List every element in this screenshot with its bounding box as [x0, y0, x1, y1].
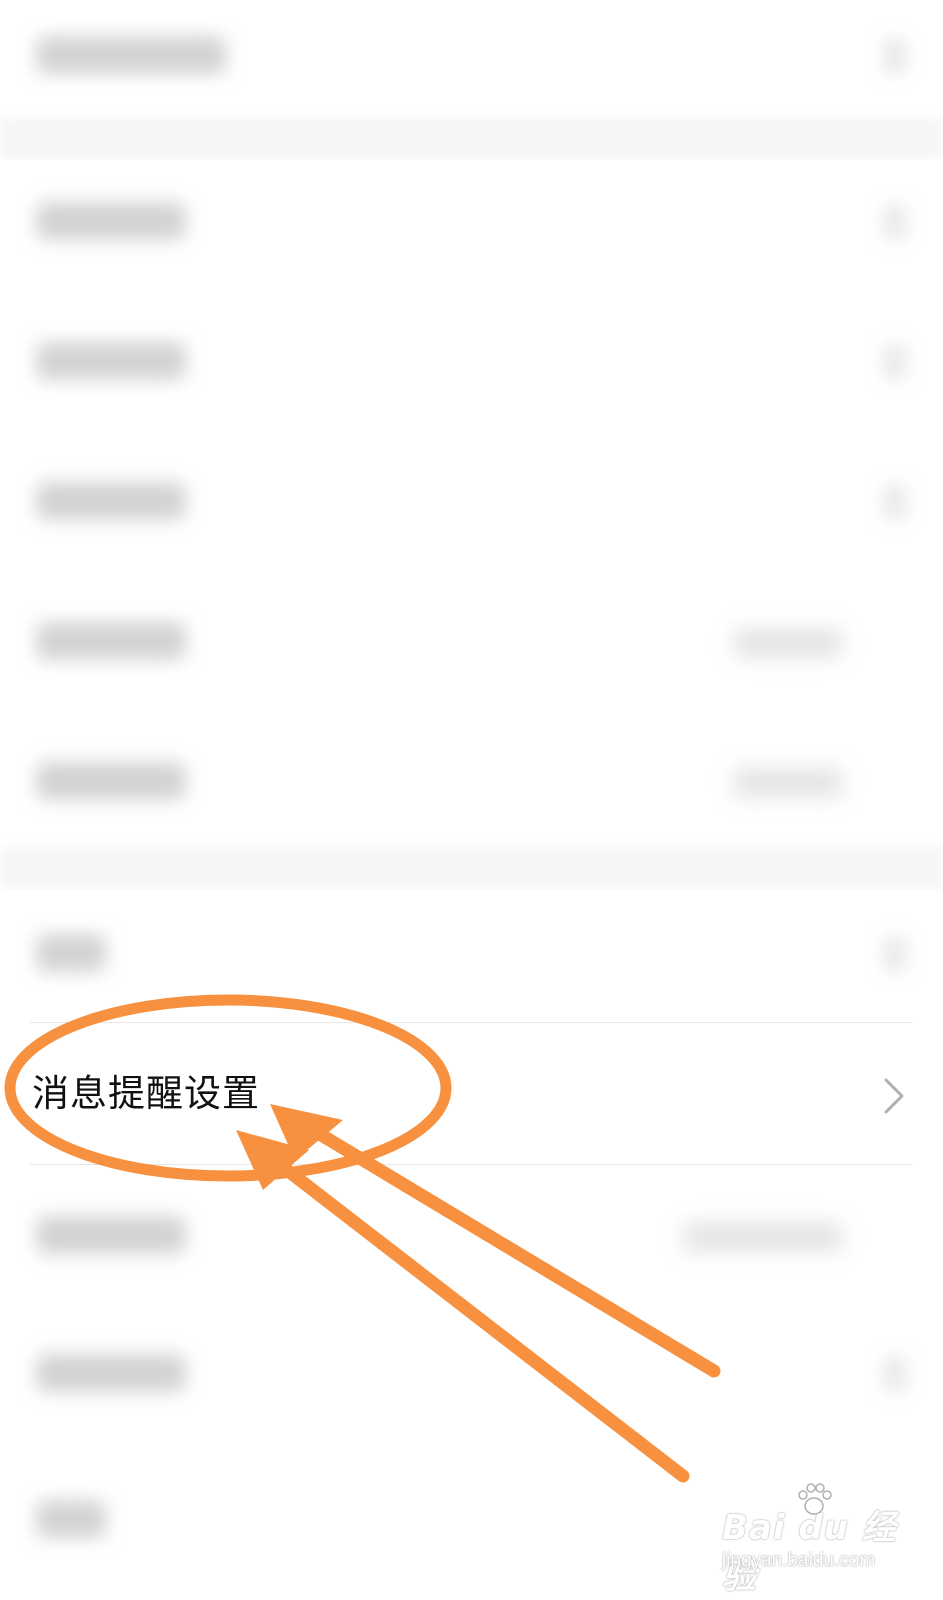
blurred-value: [733, 628, 843, 658]
settings-item-blurred-3[interactable]: [0, 300, 943, 440]
blurred-label: [36, 762, 186, 800]
blurred-label: [36, 934, 106, 972]
blurred-value: [683, 1222, 843, 1252]
blurred-label: [36, 1216, 186, 1254]
blurred-value: [733, 768, 843, 798]
settings-page: 消息提醒设置 Bai du 经验 jingyan.baidu.com: [0, 0, 943, 1600]
settings-item-blurred-1[interactable]: [0, 0, 943, 115]
settings-item-blurred-7[interactable]: [0, 890, 943, 1024]
settings-item-blurred-6[interactable]: [0, 720, 943, 850]
blurred-label: [36, 622, 186, 660]
blurred-label: [36, 1354, 186, 1392]
watermark-url: jingyan.baidu.com: [722, 1550, 876, 1571]
section-gap: [0, 118, 943, 158]
blurred-chevron-icon: [883, 38, 907, 74]
blurred-label: [36, 482, 186, 520]
row-divider: [30, 1022, 913, 1023]
settings-item-blurred-5[interactable]: [0, 580, 943, 720]
paw-icon: [798, 1483, 832, 1515]
settings-item-blurred-9[interactable]: [0, 1304, 943, 1444]
blurred-chevron-icon: [883, 484, 907, 520]
blurred-label: [36, 202, 186, 240]
blurred-label: [36, 1500, 106, 1538]
baidu-jingyan-watermark: Bai du 经验 jingyan.baidu.com: [722, 1483, 902, 1597]
blurred-label: [36, 342, 186, 380]
blurred-chevron-icon: [883, 204, 907, 240]
chevron-right-icon: [884, 1078, 904, 1114]
settings-item-label: 消息提醒设置: [32, 1072, 260, 1115]
settings-item-blurred-2[interactable]: [0, 160, 943, 300]
settings-item-blurred-4[interactable]: [0, 440, 943, 580]
settings-item-message-reminder[interactable]: 消息提醒设置: [0, 1026, 943, 1164]
blurred-label: [36, 36, 226, 74]
blurred-chevron-icon: [883, 344, 907, 380]
section-gap: [0, 848, 943, 888]
blurred-chevron-icon: [883, 1356, 907, 1392]
settings-item-blurred-8[interactable]: [0, 1166, 943, 1304]
blurred-chevron-icon: [883, 936, 907, 972]
row-divider: [30, 1164, 913, 1165]
